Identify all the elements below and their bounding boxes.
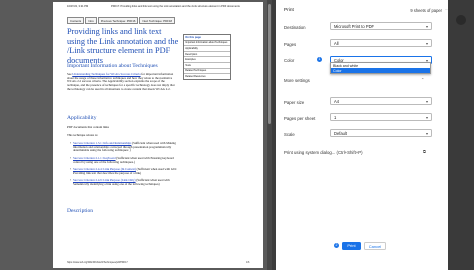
paper-size-label: Paper size	[284, 100, 305, 105]
more-settings-label[interactable]: More settings	[284, 78, 310, 83]
crumb-next: Next Technique: PDF18	[139, 17, 175, 25]
chevron-down-icon: ▾	[425, 131, 428, 136]
crumb-previous: Previous Technique: PDF16	[97, 17, 139, 25]
scale-label: Scale	[284, 132, 295, 137]
crumb-intro: Intro	[85, 17, 97, 25]
toc-item: Related Resources	[185, 74, 206, 78]
applicability-text: PDF documents that contain links	[67, 125, 109, 129]
step-badge-color: 1	[317, 57, 322, 62]
system-dialog-link[interactable]: Print using system dialog... (Ctrl+Shift…	[284, 150, 363, 155]
relates-text: This technique relates to:	[67, 133, 99, 137]
chevron-up-icon[interactable]: ⌃	[421, 77, 424, 82]
page-title: Providing links and link text using the …	[67, 27, 179, 65]
list-item: Success Criterion 2.1.1: Keyboard (Suffi…	[70, 156, 177, 164]
paper-size-value: A4	[334, 99, 340, 104]
chevron-down-icon: ▾	[425, 115, 428, 120]
pages-label: Pages	[284, 42, 297, 47]
open-external-icon[interactable]: ⧉	[423, 149, 426, 154]
page-footer-url: https://www.w3.org/WAI/WCAG22/Techniques…	[67, 261, 128, 264]
pages-per-sheet-label: Pages per sheet	[284, 116, 316, 121]
crumb-contents: Contents	[67, 17, 85, 25]
step-badge-print: 2	[334, 243, 339, 248]
print-button[interactable]: Print	[342, 242, 361, 250]
on-this-page-box: On this page Important Information about…	[183, 34, 231, 80]
print-dialog-title: Print	[284, 8, 294, 13]
browser-side-strip	[448, 0, 474, 270]
list-item: Success Criterion 2.4.9: Link Purpose (L…	[70, 178, 177, 186]
section-heading-applicability: Applicability	[67, 115, 97, 121]
important-body: for important information about the usag…	[67, 72, 175, 91]
cancel-button[interactable]: Cancel	[364, 242, 386, 250]
scale-select[interactable]: Default ▾	[330, 129, 432, 137]
page-header-date: 10/27/22, 3:21 PM	[67, 5, 89, 8]
page-header-title: PDF17: Providing links and link text usi…	[111, 5, 240, 8]
page-footer-number: 1/6	[246, 261, 250, 264]
color-label: Color	[284, 58, 295, 63]
pages-per-sheet-value: 1	[334, 115, 337, 120]
scale-value: Default	[334, 131, 347, 136]
destination-select[interactable]: Microsoft Print to PDF ▾	[330, 22, 432, 30]
section-heading-description: Description	[67, 208, 94, 214]
list-item: Success Criterion 2.4.4: Link Purpose (I…	[70, 167, 177, 175]
list-item: Success Criterion 1.3.1: Info and Relati…	[70, 141, 177, 153]
paper-size-select[interactable]: A4 ▾	[330, 97, 432, 105]
color-option-color[interactable]: Color	[331, 68, 430, 74]
preview-page: 10/27/22, 3:21 PM PDF17: Providing links…	[53, 2, 263, 268]
chevron-down-icon: ▾	[425, 41, 428, 46]
destination-label: Destination	[284, 25, 306, 30]
sheet-count: 9 sheets of paper	[410, 8, 442, 13]
pages-per-sheet-select[interactable]: 1 ▾	[330, 113, 432, 121]
section-heading-important: Important Information about Techniques	[67, 63, 158, 69]
preview-scrollbar-thumb[interactable]	[268, 4, 271, 124]
important-paragraph: See Understanding Techniques for WCAG Su…	[67, 72, 175, 92]
pages-select[interactable]: All ▾	[330, 39, 432, 47]
profile-avatar[interactable]	[456, 15, 466, 25]
pages-value: All	[334, 41, 339, 46]
minimize-icon[interactable]: –	[445, 7, 448, 13]
destination-value: Microsoft Print to PDF	[334, 24, 375, 29]
breadcrumb-nav: Contents Intro Previous Technique: PDF16…	[67, 17, 175, 25]
print-settings-panel: Print 9 sheets of paper Destination Micr…	[276, 0, 474, 270]
chevron-down-icon: ▾	[425, 99, 428, 104]
chevron-down-icon: ▾	[425, 24, 428, 29]
color-dropdown-menu: Black and white Color	[330, 62, 431, 75]
